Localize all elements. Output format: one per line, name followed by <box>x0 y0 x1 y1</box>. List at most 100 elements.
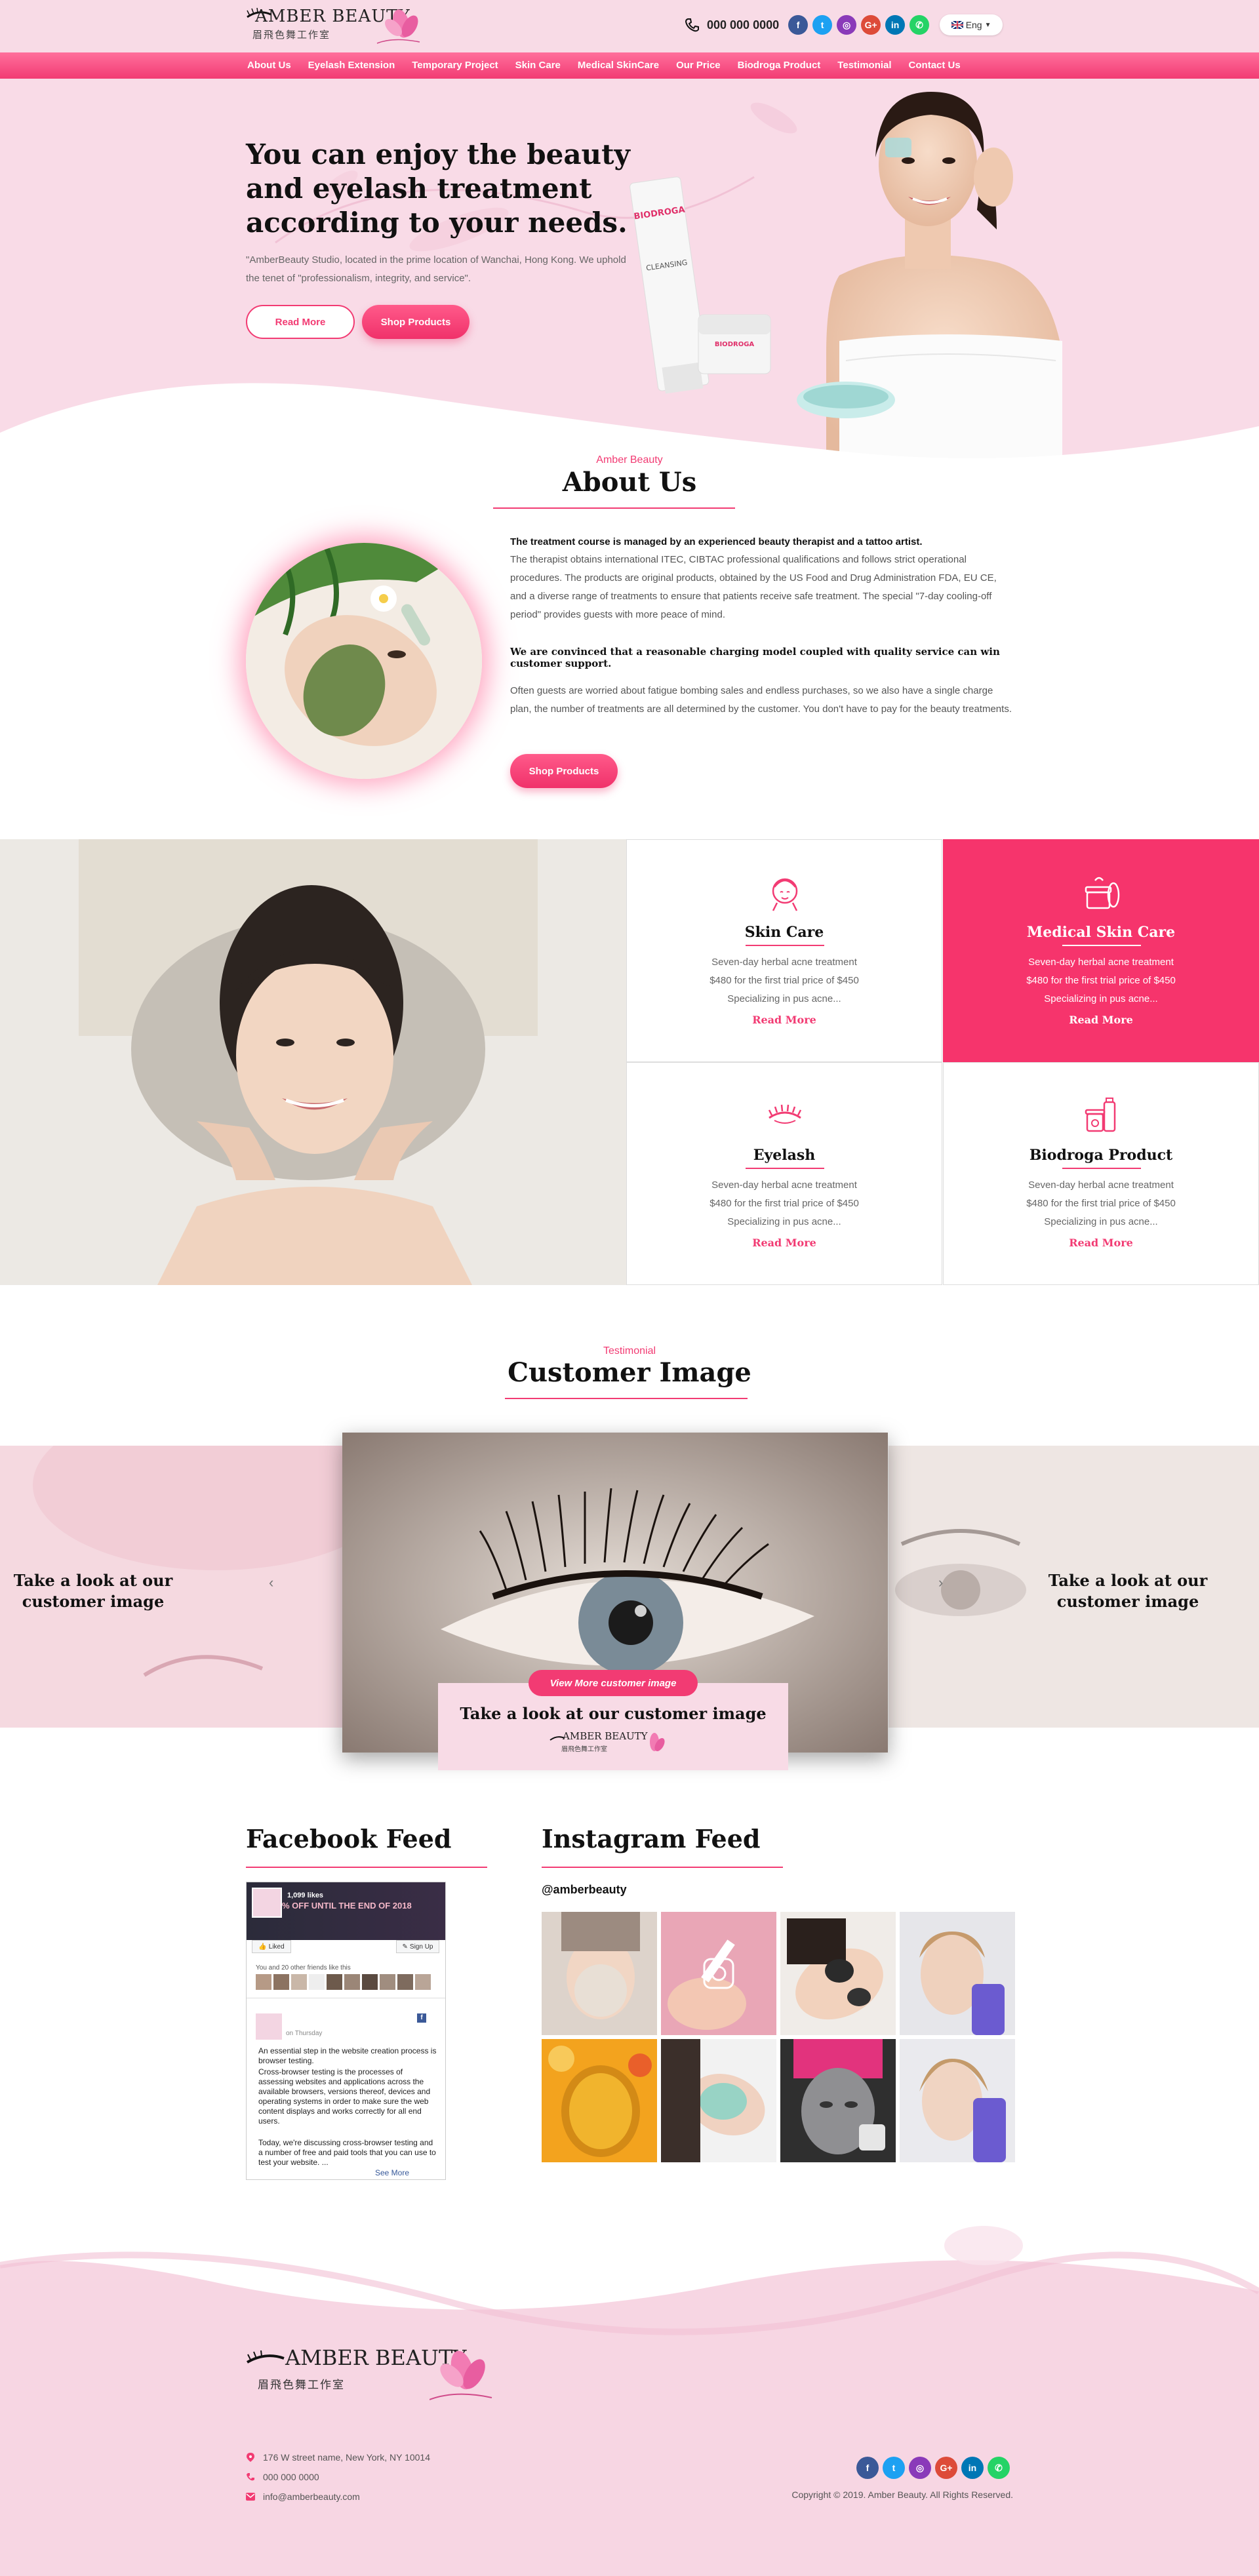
nav-item-medical-skincare[interactable]: Medical SkinCare <box>569 52 668 79</box>
footer-email[interactable]: info@amberbeauty.com <box>246 2491 360 2502</box>
instagram-icon[interactable]: ◎ <box>909 2457 931 2479</box>
facebook-signup-button[interactable]: ✎ Sign Up <box>396 1940 439 1953</box>
nav-item-biodroga-product[interactable]: Biodroga Product <box>729 52 829 79</box>
footer-address: 176 W street name, New York, NY 10014 <box>246 2452 430 2463</box>
caption-logo-subtitle: 眉飛色舞工作室 <box>561 1746 607 1753</box>
service-read-more-link[interactable]: Read More <box>627 1237 942 1249</box>
about-bold-statement: We are convinced that a reasonable charg… <box>510 646 1000 669</box>
carousel-slide-previous[interactable]: Take a look at our customer image ‹ <box>0 1446 344 1728</box>
caption-logo: AMBER BEAUTY 眉飛色舞工作室 <box>550 1730 681 1763</box>
facebook-liked-button[interactable]: 👍 Liked <box>252 1940 291 1953</box>
service-read-more-link[interactable]: Read More <box>944 1014 1258 1026</box>
service-line: Seven-day herbal acne treatment <box>711 1179 857 1191</box>
hero-section: BIODROGA CLEANSING BIODROGA You can enjo… <box>0 79 1259 479</box>
hero-read-more-button[interactable]: Read More <box>246 305 355 339</box>
instagram-feed-title: Instagram Feed <box>542 1824 761 1853</box>
view-more-customer-image-button[interactable]: View More customer image <box>529 1670 698 1696</box>
service-title-underline <box>1062 945 1141 946</box>
service-line: Specializing in pus acne... <box>727 1216 841 1227</box>
nav-item-testimonial[interactable]: Testimonial <box>829 52 900 79</box>
instagram-post[interactable] <box>900 1912 1015 2035</box>
facebook-post-date: on Thursday <box>286 2030 323 2037</box>
facebook-post-text-1: An essential step in the website creatio… <box>258 2046 437 2065</box>
cream-jar-icon <box>1085 877 1120 909</box>
uk-flag-icon <box>951 21 963 29</box>
service-card-medical-skin-care[interactable]: Medical Skin Care Seven-day herbal acne t… <box>943 839 1259 1062</box>
site-logo[interactable]: AMBER BEAUTY 眉飛色舞工作室 <box>246 4 430 47</box>
instagram-post[interactable] <box>780 2039 896 2162</box>
footer-logo-subtitle: 眉飛色舞工作室 <box>258 2379 345 2391</box>
instagram-post[interactable] <box>780 1912 896 2035</box>
instagram-icon[interactable]: ◎ <box>837 15 857 35</box>
nav-item-skin-care[interactable]: Skin Care <box>507 52 569 79</box>
service-line: Specializing in pus acne... <box>727 993 841 1004</box>
whatsapp-icon[interactable]: ✆ <box>909 15 930 35</box>
language-label: Eng <box>965 20 982 30</box>
logo-subtitle: 眉飛色舞工作室 <box>252 30 331 41</box>
about-title-underline <box>493 507 735 509</box>
twitter-icon[interactable]: t <box>812 15 833 35</box>
facebook-post-avatar <box>256 2013 282 2040</box>
about-paragraph-2: Often guests are worried about fatigue b… <box>510 685 1012 715</box>
hero-shop-products-button[interactable]: Shop Products <box>362 305 470 339</box>
service-read-more-link[interactable]: Read More <box>627 1014 942 1026</box>
about-shop-products-button[interactable]: Shop Products <box>510 754 618 788</box>
facebook-icon[interactable]: f <box>788 15 809 35</box>
about-kicker: Amber Beauty <box>596 454 663 466</box>
footer-phone[interactable]: 000 000 0000 <box>246 2472 319 2482</box>
facebook-see-more-link[interactable]: See More <box>375 2168 409 2177</box>
service-card-biodroga-product[interactable]: Biodroga Product Seven-day herbal acne tr… <box>943 1062 1259 1285</box>
service-line: Seven-day herbal acne treatment <box>1028 1179 1174 1191</box>
footer-phone-text: 000 000 0000 <box>263 2472 319 2482</box>
service-read-more-link[interactable]: Read More <box>944 1237 1258 1249</box>
nav-item-eyelash-extension[interactable]: Eyelash Extension <box>300 52 404 79</box>
service-title: Eyelash <box>753 1147 816 1164</box>
chevron-right-icon[interactable]: › <box>938 1574 943 1591</box>
nav-item-contact-us[interactable]: Contact Us <box>900 52 969 79</box>
eyelash-icon <box>768 1104 802 1124</box>
linkedin-icon[interactable]: in <box>885 15 906 35</box>
whatsapp-icon[interactable]: ✆ <box>988 2457 1010 2479</box>
service-title: Medical Skin Care <box>1026 924 1176 941</box>
facebook-friends-text: You and 20 other friends like this <box>256 1964 351 1972</box>
google-plus-icon[interactable]: G+ <box>935 2457 957 2479</box>
instagram-post[interactable] <box>542 1912 657 2035</box>
service-title-underline <box>746 945 824 946</box>
nav-item-about-us[interactable]: About Us <box>246 52 300 79</box>
instagram-post[interactable] <box>661 2039 776 2162</box>
service-card-skin-care[interactable]: Skin Care Seven-day herbal acne treatment… <box>626 839 942 1062</box>
service-card-eyelash[interactable]: Eyelash Seven-day herbal acne treatment $4… <box>626 1062 942 1285</box>
nav-item-our-price[interactable]: Our Price <box>668 52 729 79</box>
previous-slide-text: Take a look at our customer image <box>13 1571 173 1611</box>
linkedin-icon[interactable]: in <box>961 2457 984 2479</box>
facebook-likes: 1,099 likes <box>287 1892 324 1899</box>
instagram-post[interactable] <box>900 2039 1015 2162</box>
facebook-title-underline <box>246 1867 487 1868</box>
social-links: f t ◎ G+ in ✆ <box>788 15 930 35</box>
facebook-icon: f <box>417 2013 426 2023</box>
instagram-post[interactable] <box>542 2039 657 2162</box>
testimonial-title: Customer Image <box>508 1357 751 1388</box>
facebook-feed-title: Facebook Feed <box>246 1824 452 1853</box>
facebook-post-text-2: Cross-browser testing is the processes o… <box>258 2067 431 2126</box>
chevron-left-icon[interactable]: ‹ <box>269 1574 273 1591</box>
product-bottle-icon <box>1085 1098 1116 1132</box>
instagram-post[interactable] <box>661 1912 776 2035</box>
facebook-feed-widget[interactable]: 1,099 likes % OFF UNTIL THE END OF 2018 … <box>246 1882 446 2180</box>
phone-icon <box>682 15 702 35</box>
instagram-handle[interactable]: @amberbeauty <box>542 1883 627 1897</box>
google-plus-icon[interactable]: G+ <box>861 15 881 35</box>
header-phone[interactable]: 000 000 0000 <box>707 18 779 32</box>
facebook-icon[interactable]: f <box>856 2457 879 2479</box>
testimonial-kicker: Testimonial <box>603 1345 656 1357</box>
eyelash-logo-icon <box>247 2350 285 2364</box>
footer-logo[interactable]: AMBER BEAUTY 眉飛色舞工作室 <box>246 2344 495 2409</box>
instagram-grid <box>542 1912 1015 2162</box>
carousel-slide-next[interactable]: Take a look at our customer image › <box>889 1446 1259 1728</box>
site-header: AMBER BEAUTY 眉飛色舞工作室 000 000 0000 f t ◎ G+ i… <box>0 0 1259 52</box>
language-select[interactable]: Eng ▼ <box>940 14 1003 35</box>
nav-item-temporary-project[interactable]: Temporary Project <box>403 52 506 79</box>
testimonial-title-underline <box>505 1398 748 1399</box>
about-title: About Us <box>562 467 697 498</box>
twitter-icon[interactable]: t <box>883 2457 905 2479</box>
